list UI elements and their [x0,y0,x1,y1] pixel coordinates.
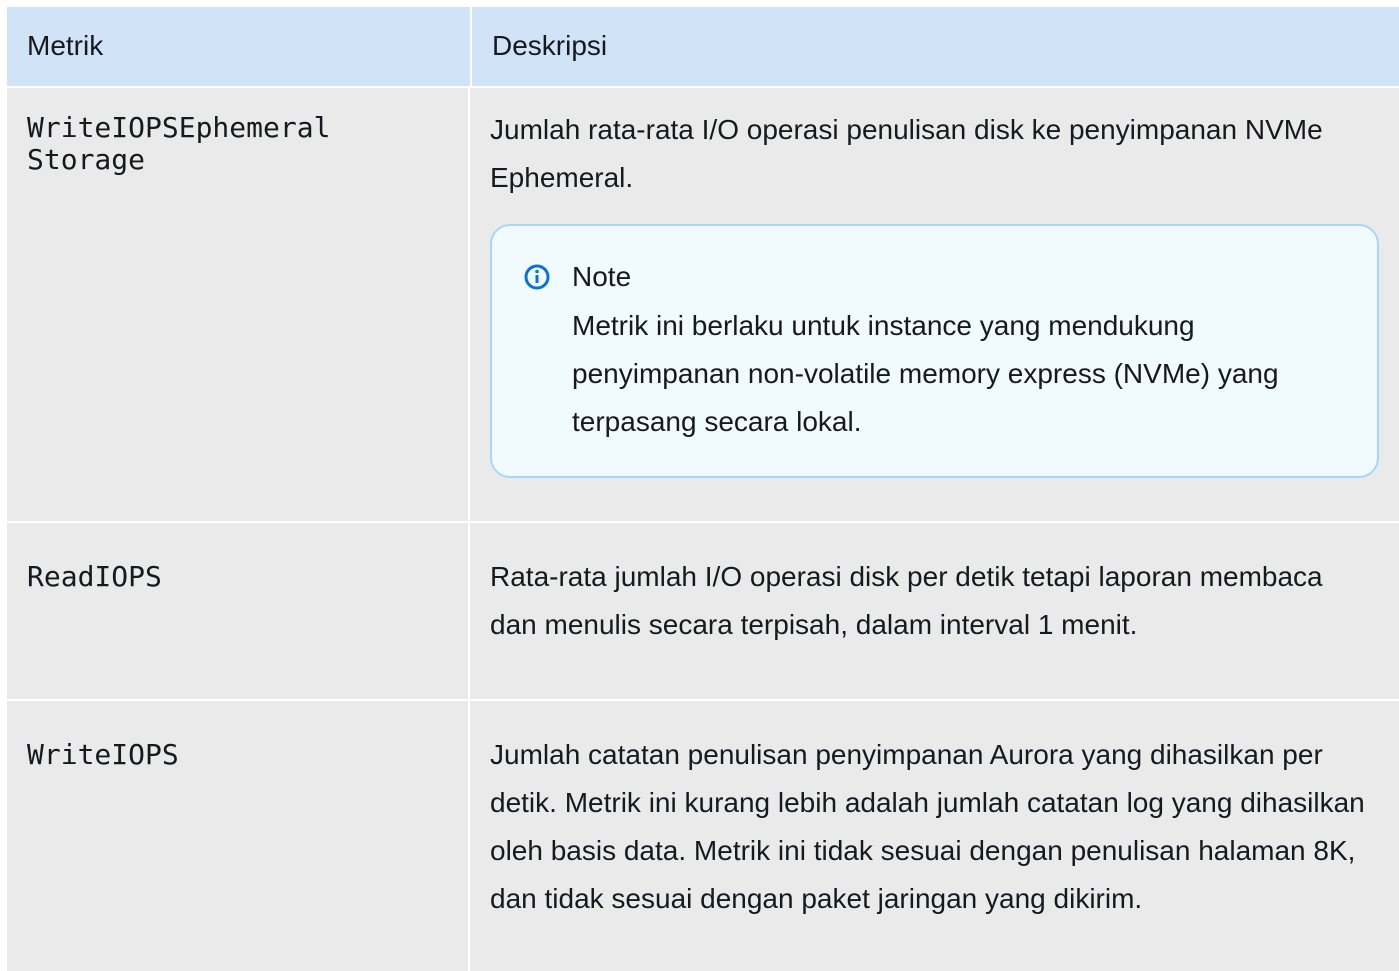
note-title: Note [572,261,632,292]
table-row: WriteIOPSEphemeral Storage Jumlah rata-r… [7,88,1399,523]
metric-description: Jumlah rata-rata I/O operasi penulisan d… [490,114,1323,193]
metric-name: WriteIOPSEphemeral Storage [27,111,331,176]
table-row: WriteIOPS Jumlah catatan penulisan penyi… [7,701,1399,971]
note-body: Metrik ini berlaku untuk instance yang m… [572,310,1279,437]
metric-name: WriteIOPS [27,738,179,771]
metric-cell: WriteIOPSEphemeral Storage [7,88,470,521]
metric-name: ReadIOPS [27,560,162,593]
table-header-row: Metrik Deskripsi [7,7,1399,88]
metrics-table: Metrik Deskripsi WriteIOPSEphemeral Stor… [7,7,1399,971]
description-cell: Jumlah rata-rata I/O operasi penulisan d… [470,88,1397,521]
description-cell: Rata-rata jumlah I/O operasi disk per de… [470,523,1397,699]
note-header: Note [524,260,1347,294]
metric-description: Jumlah catatan penulisan penyimpanan Aur… [490,739,1365,914]
header-cell-metric: Metrik [7,7,472,86]
metric-description: Rata-rata jumlah I/O operasi disk per de… [490,561,1323,640]
header-cell-description: Deskripsi [472,7,1399,86]
metric-cell: ReadIOPS [7,523,470,699]
description-cell: Jumlah catatan penulisan penyimpanan Aur… [470,701,1397,971]
note-callout: Note Metrik ini berlaku untuk instance y… [490,224,1379,478]
table-row: ReadIOPS Rata-rata jumlah I/O operasi di… [7,523,1399,701]
header-description-label: Deskripsi [492,30,608,61]
metric-cell: WriteIOPS [7,701,470,971]
header-metric-label: Metrik [27,30,104,61]
info-icon [524,264,550,290]
